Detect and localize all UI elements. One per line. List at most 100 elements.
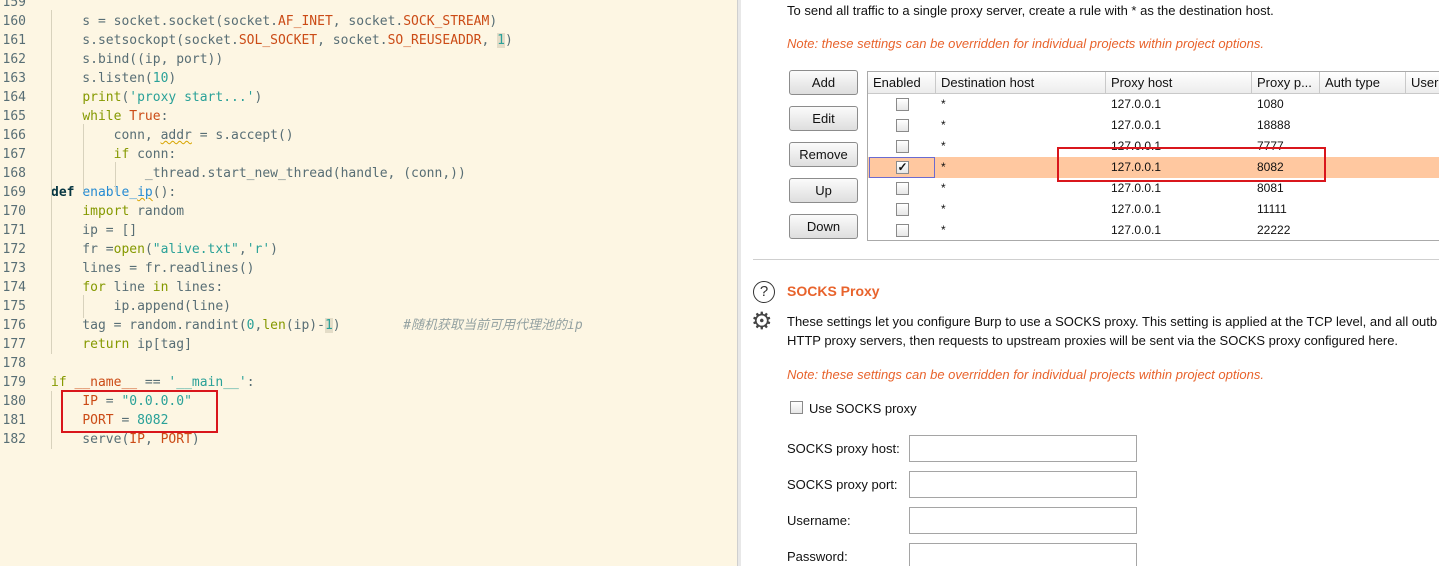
- add-button[interactable]: Add: [789, 70, 858, 95]
- code-text: while True:: [82, 109, 169, 124]
- code-text: conn, addr = s.accept(): [51, 128, 294, 143]
- line-number: 160: [2, 14, 26, 29]
- destination-host-cell: *: [941, 181, 946, 195]
- line-number: 171: [2, 223, 26, 238]
- line-number: 163: [2, 71, 26, 86]
- code-line[interactable]: 161 s.setsockopt(socket.SOL_SOCKET, sock…: [0, 31, 738, 50]
- code-text: lines = fr.readlines(): [51, 261, 255, 276]
- indent-guide: [51, 391, 52, 449]
- burp-options-panel: To send all traffic to a single proxy se…: [741, 0, 1439, 566]
- destination-host-cell: *: [941, 139, 946, 153]
- code-line[interactable]: 171 ip = []: [0, 221, 738, 240]
- table-row[interactable]: * 127.0.0.1 11111: [868, 199, 1439, 220]
- code-line[interactable]: 167 if conn:: [0, 145, 738, 164]
- question-mark-icon[interactable]: ?: [753, 281, 775, 303]
- code-line[interactable]: 160 s = socket.socket(socket.AF_INET, so…: [0, 12, 738, 31]
- line-number: 173: [2, 261, 26, 276]
- code-text: for line in lines:: [82, 280, 224, 295]
- column-header-username[interactable]: Usern: [1406, 72, 1439, 94]
- indent-guide: [51, 10, 52, 211]
- destination-host-cell: *: [941, 118, 946, 132]
- code-text: ip.append(line): [51, 299, 232, 314]
- table-row[interactable]: * 127.0.0.1 18888: [868, 115, 1439, 136]
- code-text: s = socket.socket(socket.AF_INET, socket…: [51, 14, 498, 29]
- selected-proxy-highlight-box: [1057, 147, 1326, 182]
- enabled-checkbox[interactable]: [896, 203, 909, 216]
- edit-button[interactable]: Edit: [789, 106, 858, 131]
- table-row[interactable]: * 127.0.0.1 22222: [868, 220, 1439, 240]
- username-input[interactable]: [909, 507, 1137, 534]
- enabled-checkbox[interactable]: [896, 224, 909, 237]
- use-socks-checkbox[interactable]: [790, 401, 803, 414]
- line-number: 168: [2, 166, 26, 181]
- column-header-proxy-port[interactable]: Proxy p...: [1252, 72, 1320, 94]
- indent-guide: [83, 295, 84, 318]
- code-line[interactable]: 164 print('proxy start...'): [0, 88, 738, 107]
- line-number: 167: [2, 147, 26, 162]
- down-button[interactable]: Down: [789, 214, 858, 239]
- code-line[interactable]: 178: [0, 354, 738, 373]
- enabled-checkbox[interactable]: [896, 182, 909, 195]
- enabled-checkbox[interactable]: [896, 119, 909, 132]
- code-line[interactable]: 172 fr =open("alive.txt",'r'): [0, 240, 738, 259]
- table-row[interactable]: * 127.0.0.1 1080: [868, 94, 1439, 115]
- line-number: 175: [2, 299, 26, 314]
- indent-guide: [115, 162, 116, 192]
- column-header-proxy-host[interactable]: Proxy host: [1106, 72, 1252, 94]
- code-text: import random: [82, 204, 185, 219]
- code-line[interactable]: 177 return ip[tag]: [0, 335, 738, 354]
- socks-port-input[interactable]: [909, 471, 1137, 498]
- code-line[interactable]: 175 ip.append(line): [0, 297, 738, 316]
- code-line[interactable]: 173 lines = fr.readlines(): [0, 259, 738, 278]
- code-line[interactable]: 165 while True:: [0, 107, 738, 126]
- code-line[interactable]: 169 def enable_ip():: [0, 183, 738, 202]
- proxy-host-cell: 127.0.0.1: [1111, 202, 1162, 216]
- line-number: 174: [2, 280, 26, 295]
- use-socks-label[interactable]: Use SOCKS proxy: [809, 401, 917, 416]
- line-number: 180: [2, 394, 26, 409]
- destination-host-cell: *: [941, 97, 946, 111]
- line-number: 179: [2, 375, 26, 390]
- code-line[interactable]: 176 tag = random.randint(0,len(ip)-1) #随…: [0, 316, 738, 335]
- column-header-destination-host[interactable]: Destination host: [936, 72, 1106, 94]
- password-input[interactable]: [909, 543, 1137, 566]
- socks-port-label: SOCKS proxy port:: [787, 477, 898, 492]
- column-header-enabled[interactable]: Enabled: [868, 72, 936, 94]
- upstream-note: Note: these settings can be overridden f…: [787, 36, 1264, 51]
- code-line[interactable]: 162 s.bind((ip, port)): [0, 50, 738, 69]
- code-line[interactable]: 159 """: [0, 0, 738, 12]
- code-line[interactable]: 163 s.listen(10): [0, 69, 738, 88]
- code-line[interactable]: 174 for line in lines:: [0, 278, 738, 297]
- line-number: 178: [2, 356, 26, 371]
- code-text: s.listen(10): [51, 71, 177, 86]
- remove-button[interactable]: Remove: [789, 142, 858, 167]
- socks-host-input[interactable]: [909, 435, 1137, 462]
- line-number: 176: [2, 318, 26, 333]
- password-label: Password:: [787, 549, 848, 564]
- code-text: """: [51, 0, 75, 10]
- code-line[interactable]: 170 import random: [0, 202, 738, 221]
- enabled-checkbox[interactable]: [896, 140, 909, 153]
- code-text: s.setsockopt(socket.SOL_SOCKET, socket.S…: [51, 33, 513, 48]
- line-number: 165: [2, 109, 26, 124]
- code-text: tag = random.randint(0,len(ip)-1) #随机获取当…: [51, 318, 583, 333]
- line-number: 172: [2, 242, 26, 257]
- code-line[interactable]: 168 _thread.start_new_thread(handle, (co…: [0, 164, 738, 183]
- gear-icon[interactable]: ⚙: [751, 310, 773, 334]
- code-text: print('proxy start...'): [82, 90, 263, 105]
- socks-description-line2: HTTP proxy servers, then requests to ups…: [787, 333, 1399, 348]
- proxy-port-cell: 22222: [1257, 223, 1291, 237]
- destination-host-cell: *: [941, 223, 946, 237]
- code-line[interactable]: 166 conn, addr = s.accept(): [0, 126, 738, 145]
- up-button[interactable]: Up: [789, 178, 858, 203]
- code-editor[interactable]: 159 """ 160 s = socket.socket(socket.AF_IN…: [0, 0, 738, 566]
- line-number: 182: [2, 432, 26, 447]
- code-text: def enable_ip():: [51, 185, 177, 200]
- ip-port-highlight-box: [61, 390, 218, 433]
- enabled-checkbox[interactable]: ✓: [896, 161, 909, 174]
- line-number: 164: [2, 90, 26, 105]
- socks-host-label: SOCKS proxy host:: [787, 441, 900, 456]
- column-header-auth-type[interactable]: Auth type: [1320, 72, 1406, 94]
- enabled-checkbox[interactable]: [896, 98, 909, 111]
- upstream-description: To send all traffic to a single proxy se…: [787, 3, 1274, 18]
